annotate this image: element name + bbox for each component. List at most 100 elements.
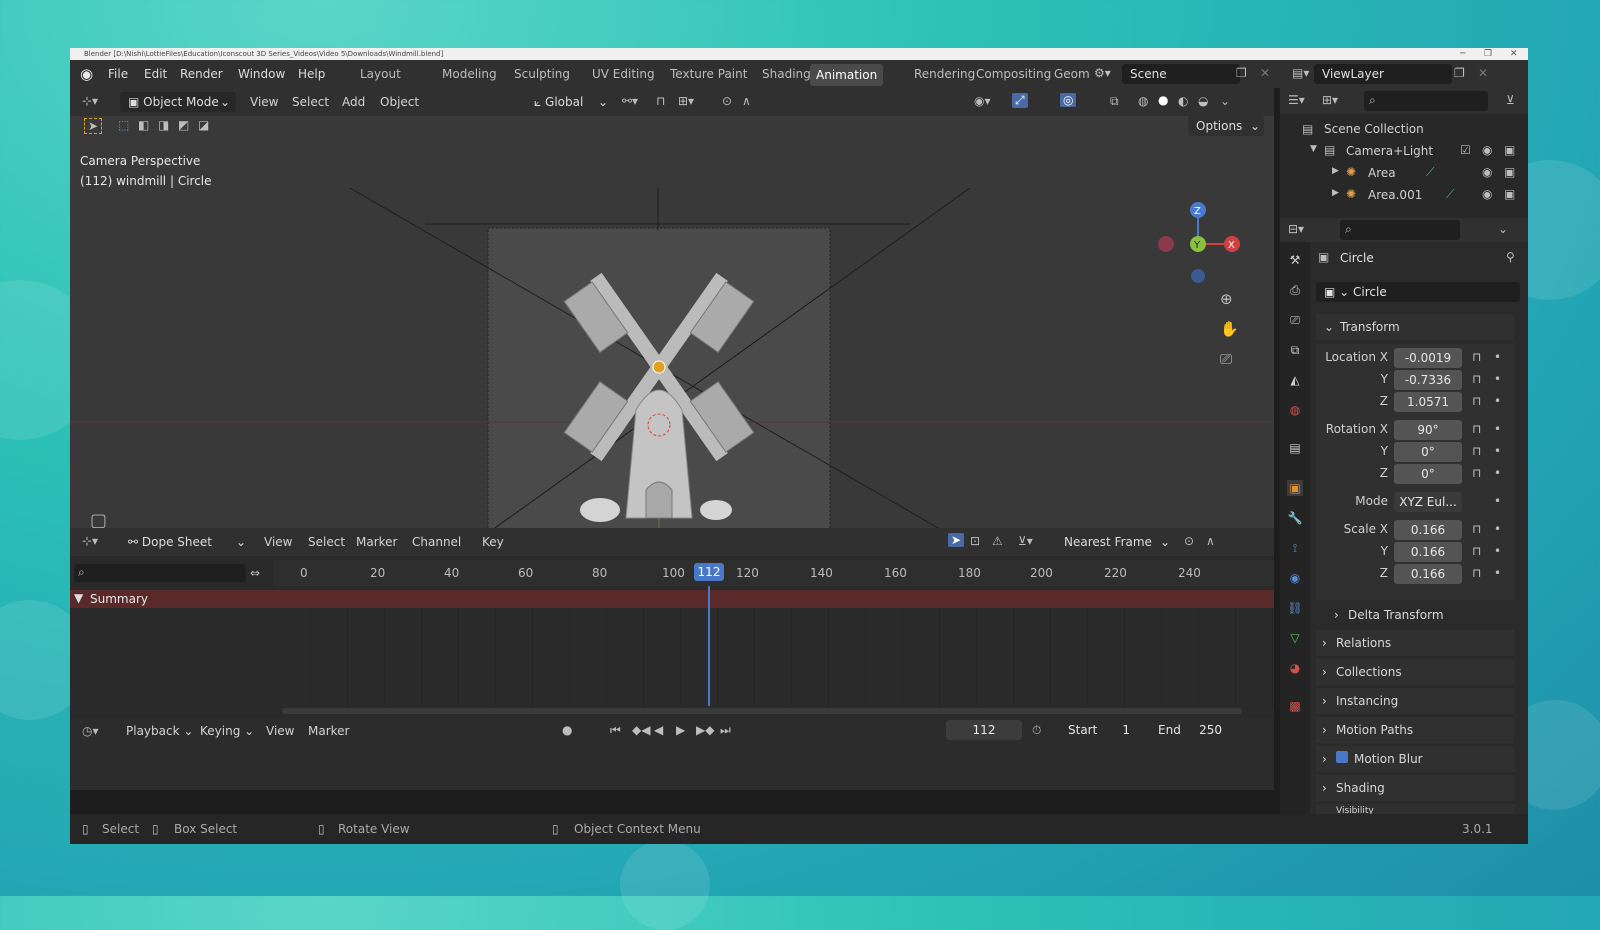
- remove-view-layer-icon[interactable]: ✕: [1478, 66, 1488, 80]
- options-dropdown[interactable]: Options ⌄: [1188, 116, 1264, 136]
- lock-icon[interactable]: ⊓: [1472, 466, 1481, 480]
- eye-icon[interactable]: ◉: [1482, 165, 1492, 179]
- delta-transform-panel-header[interactable]: › Delta Transform: [1316, 602, 1514, 628]
- select-extend-icon[interactable]: ◧: [138, 118, 149, 132]
- new-view-layer-icon[interactable]: ❐: [1454, 66, 1465, 80]
- select-box-icon[interactable]: ⬚: [118, 118, 129, 132]
- next-keyframe-icon[interactable]: ▶◆: [696, 723, 714, 737]
- editor-type-icon[interactable]: ⊹▾: [82, 534, 98, 548]
- only-selected-icon[interactable]: ➤: [948, 533, 965, 547]
- solid-shading-icon[interactable]: ●: [1158, 93, 1168, 107]
- keyframe-dot-icon[interactable]: •: [1494, 494, 1501, 508]
- rotation-x-field[interactable]: 90°: [1394, 420, 1462, 440]
- relations-panel-header[interactable]: › Relations: [1316, 630, 1514, 656]
- prev-keyframe-icon[interactable]: ◆◀: [632, 723, 650, 737]
- play-icon[interactable]: ▶: [676, 723, 685, 737]
- falloff-icon[interactable]: ∧: [1206, 534, 1215, 548]
- visibility-icon[interactable]: ◉▾: [974, 94, 991, 108]
- shading-options-icon[interactable]: ⌄: [1220, 94, 1230, 108]
- remove-scene-icon[interactable]: ✕: [1260, 66, 1270, 80]
- dope-sheet-editor[interactable]: ⊹▾ ⚯ Dope Sheet ⌄ View Select Marker Chan…: [70, 528, 1274, 718]
- horizontal-scrollbar[interactable]: [282, 708, 1242, 714]
- show-hidden-icon[interactable]: ⊡: [970, 534, 980, 548]
- viewport-menu-view[interactable]: View: [250, 95, 278, 109]
- viewport-menu-add[interactable]: Add: [342, 95, 365, 109]
- chevron-down-icon[interactable]: ⌄: [1498, 222, 1508, 236]
- mode-dropdown[interactable]: ▣ Object Mode ⌄: [120, 92, 236, 112]
- material-tab-icon[interactable]: ◕: [1287, 660, 1303, 676]
- zoom-icon[interactable]: ⊕: [1220, 290, 1233, 308]
- tool-tab-icon[interactable]: ⚒: [1287, 252, 1303, 268]
- dope-menu-channel[interactable]: Channel: [412, 535, 461, 549]
- menu-file[interactable]: File: [108, 67, 128, 81]
- keyframe-area[interactable]: [274, 608, 1274, 706]
- pin-icon[interactable]: ⚲: [1506, 250, 1515, 264]
- gizmo-toggle-icon[interactable]: ⤢: [1012, 93, 1028, 108]
- collapse-triangle-icon[interactable]: ▼: [74, 591, 83, 605]
- current-frame-marker[interactable]: 112: [694, 563, 724, 581]
- visibility-panel-header[interactable]: Visibility: [1316, 804, 1514, 814]
- frame-ruler[interactable]: 0 20 40 60 80 100 120 140 160 180 200 22…: [274, 560, 1274, 586]
- transform-orientation-dropdown[interactable]: ⟀ Global ⌄: [526, 92, 612, 112]
- object-tab-icon[interactable]: ▣: [1287, 480, 1303, 496]
- physics-tab-icon[interactable]: ◉: [1287, 570, 1303, 586]
- tab-texture-paint[interactable]: Texture Paint: [664, 67, 753, 81]
- scene-tab-icon[interactable]: ◭: [1287, 372, 1303, 388]
- new-scene-icon[interactable]: ❐: [1236, 66, 1247, 80]
- jump-start-icon[interactable]: ⏮: [610, 723, 621, 738]
- filter-icon[interactable]: ⊻: [1506, 93, 1515, 107]
- play-reverse-icon[interactable]: ◀: [654, 723, 663, 737]
- overlay-toggle-icon[interactable]: ◎: [1060, 93, 1077, 107]
- pan-hand-icon[interactable]: ✋: [1220, 320, 1239, 338]
- gizmo-neg-z-circle[interactable]: [1191, 269, 1205, 283]
- scale-z-field[interactable]: 0.166: [1394, 564, 1462, 584]
- snap-mode-dropdown[interactable]: Nearest Frame ⌄: [1056, 532, 1174, 552]
- xray-icon[interactable]: ⧉: [1110, 94, 1119, 109]
- texture-tab-icon[interactable]: ▩: [1287, 698, 1303, 714]
- properties-editor[interactable]: ⊟▾ ⌕ ⌄ ⚒ ⎙ ⎚ ⧉ ◭ ◍ ▤ ▣ 🔧 ⟟ ◉ ⛓ ▽ ◕ ▩ ▣ C…: [1280, 218, 1528, 814]
- menu-edit[interactable]: Edit: [144, 67, 167, 81]
- world-tab-icon[interactable]: ◍: [1287, 402, 1303, 418]
- camera-icon[interactable]: ▣: [1504, 187, 1515, 201]
- close-icon[interactable]: ✕: [1510, 48, 1518, 60]
- outliner-item-area[interactable]: Area: [1368, 166, 1396, 180]
- timeline-editor[interactable]: ◷▾ Playback ⌄ Keying ⌄ View Marker ● ⏮ ◆…: [70, 718, 1274, 790]
- lock-icon[interactable]: ⊓: [1472, 372, 1481, 386]
- tab-layout[interactable]: Layout: [354, 67, 407, 81]
- maximize-icon[interactable]: ❐: [1484, 48, 1492, 60]
- material-shading-icon[interactable]: ◐: [1178, 94, 1188, 108]
- location-x-field[interactable]: -0.0019: [1394, 348, 1462, 368]
- tab-modeling[interactable]: Modeling: [436, 67, 503, 81]
- object-name-field[interactable]: ▣ ⌄ Circle: [1316, 282, 1520, 302]
- falloff-icon[interactable]: ∧: [742, 94, 751, 108]
- select-subtract-icon[interactable]: ◨: [158, 118, 169, 132]
- transform-panel-header[interactable]: ⌄ Transform: [1316, 314, 1514, 340]
- camera-icon[interactable]: ▣: [1504, 143, 1515, 157]
- timeline-menu-view[interactable]: View: [266, 724, 294, 738]
- proportional-edit-icon[interactable]: ⊙: [722, 94, 732, 108]
- expand-triangle-icon[interactable]: ▼: [1310, 144, 1317, 154]
- scene-field[interactable]: Scene: [1122, 64, 1240, 84]
- navigation-gizmo[interactable]: Z X Y: [1158, 202, 1240, 283]
- render-tab-icon[interactable]: ⎙: [1287, 282, 1303, 298]
- blender-logo-icon[interactable]: ◉: [80, 65, 93, 83]
- keyframe-dot-icon[interactable]: •: [1494, 466, 1501, 480]
- menu-window[interactable]: Window: [238, 67, 285, 81]
- keyframe-dot-icon[interactable]: •: [1494, 544, 1501, 558]
- select-intersect-icon[interactable]: ◪: [198, 118, 209, 132]
- timeline-menu-marker[interactable]: Marker: [308, 724, 349, 738]
- constraints-tab-icon[interactable]: ⛓: [1287, 600, 1303, 616]
- dope-menu-marker[interactable]: Marker: [356, 535, 397, 549]
- menu-help[interactable]: Help: [298, 67, 325, 81]
- keyframe-dot-icon[interactable]: •: [1494, 422, 1501, 436]
- scale-x-field[interactable]: 0.166: [1394, 520, 1462, 540]
- tab-shading[interactable]: Shading: [756, 67, 817, 81]
- rendered-shading-icon[interactable]: ◒: [1198, 94, 1208, 108]
- tab-uv-editing[interactable]: UV Editing: [586, 67, 661, 81]
- proportional-edit-icon[interactable]: ⊙: [1184, 534, 1194, 548]
- tab-sculpting[interactable]: Sculpting: [508, 67, 576, 81]
- viewport-menu-object[interactable]: Object: [380, 95, 419, 109]
- gizmo-neg-x-circle[interactable]: [1158, 236, 1174, 252]
- keyframe-dot-icon[interactable]: •: [1494, 444, 1501, 458]
- dope-menu-view[interactable]: View: [264, 535, 292, 549]
